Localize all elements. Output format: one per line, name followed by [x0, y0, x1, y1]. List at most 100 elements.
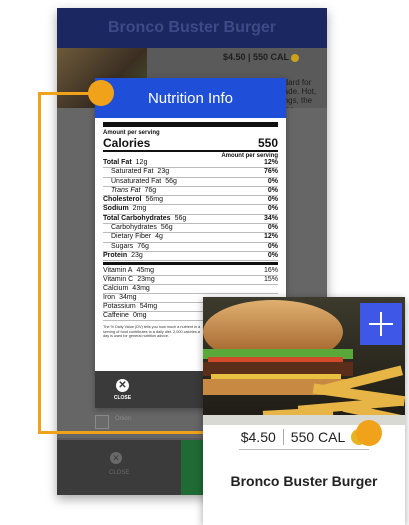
- nutrient-percent: 0%: [267, 186, 278, 194]
- nutrient-name: Cholesterol: [103, 196, 142, 204]
- nutrient-amount: 2mg: [132, 205, 147, 213]
- nutrient-name: Dietary Fiber: [111, 233, 152, 241]
- nutrient-row: Sugars 76g 0%: [103, 243, 278, 252]
- app-close-icon: ✕: [110, 452, 122, 464]
- app-close-label: CLOSE: [109, 470, 130, 476]
- nutrient-left: Protein 23g: [103, 252, 143, 260]
- daily-value-footnote: The % Daily Value (DV) tells you how muc…: [103, 325, 201, 339]
- vitamin-percent: 16%: [263, 267, 278, 275]
- vitamin-left: Calcium 43mg: [103, 285, 150, 293]
- vitamin-name: Vitamin A: [103, 267, 133, 275]
- modal-title: Nutrition Info: [95, 78, 286, 118]
- nutrient-percent: 0%: [267, 177, 278, 185]
- close-button[interactable]: ✕ CLOSE: [95, 371, 150, 408]
- nutrient-row: Trans Fat 76g 0%: [103, 186, 278, 197]
- card-price: $4.50: [240, 429, 276, 445]
- nutrient-name: Sodium: [103, 205, 129, 213]
- vitamin-left: Potassium 54mg: [103, 303, 157, 311]
- nutrient-percent: 0%: [267, 242, 278, 250]
- nutrient-amount: 23g: [131, 251, 143, 259]
- nutrient-amount: 56g: [174, 214, 187, 222]
- nutrient-percent: 0%: [267, 251, 278, 259]
- calories-value: 550: [257, 136, 278, 150]
- vitamin-name: Calcium: [103, 285, 129, 293]
- vitamin-amount: 34mg: [119, 294, 137, 302]
- nutrient-row: Total Fat 12g 12%: [103, 159, 278, 169]
- nutrient-percent: 0%: [267, 205, 278, 213]
- app-close-button[interactable]: [57, 440, 181, 495]
- nutrient-amount: 12g: [135, 159, 148, 166]
- add-to-order-button[interactable]: [360, 303, 402, 345]
- nutrient-left: Sodium 2mg: [103, 205, 146, 213]
- nutrient-left: Total Carbohydrates 56g: [103, 215, 186, 223]
- app-price-cal: $4.50 | 550 CAL: [223, 52, 300, 62]
- nutrient-amount: 56g: [160, 224, 173, 232]
- card-divider: [239, 449, 369, 450]
- vitamin-row: Vitamin C 23mg 15%: [103, 276, 278, 286]
- nutrient-amount: 76g: [137, 242, 149, 250]
- price-divider: [282, 429, 284, 445]
- nutrient-percent: 0%: [267, 224, 278, 232]
- vitamin-amount: 54mg: [139, 303, 158, 311]
- nutrient-left: Total Fat 12g: [103, 159, 147, 167]
- nutrient-percent: 12%: [263, 233, 278, 241]
- app-price-cal-text: $4.50 | 550 CAL: [223, 52, 289, 62]
- nutrient-name: Total Fat: [103, 159, 132, 166]
- plus-icon: [369, 312, 393, 336]
- vitamin-left: Vitamin A 45mg: [103, 267, 154, 275]
- divider-mid: [103, 262, 278, 266]
- nutrient-row: Cholesterol 56mg 0%: [103, 196, 278, 206]
- amount-per-serving-right: Amount per serving: [103, 150, 278, 159]
- nutrient-name: Sugars: [111, 242, 134, 250]
- card-calories: 550 CAL: [290, 429, 346, 445]
- nutrient-left: Trans Fat 76g: [103, 187, 156, 195]
- nutrient-left: Saturated Fat 23g: [103, 168, 169, 176]
- calories-label: Calories: [103, 136, 151, 150]
- nutrient-left: Sugars 76g: [103, 243, 149, 251]
- vitamin-left: Vitamin C 23mg: [103, 276, 155, 284]
- card-title: Bronco Buster Burger: [230, 473, 378, 489]
- nutrient-percent: 34%: [263, 214, 278, 222]
- menu-item-card[interactable]: $4.50 550 CAL Y Bronco Buster Burger: [203, 297, 405, 525]
- vitamin-left: Caffeine 0mg: [103, 312, 147, 320]
- nutrient-percent: 0%: [267, 196, 278, 204]
- nutrient-name: Trans Fat: [111, 186, 141, 194]
- nutrient-amount: 23g: [157, 168, 170, 176]
- onion-checkbox[interactable]: [95, 415, 109, 429]
- vitamin-amount: 43mg: [132, 285, 150, 293]
- burger-photo: [203, 297, 405, 425]
- vitamin-amount: 45mg: [136, 267, 154, 275]
- nutrient-name: Protein: [103, 251, 128, 259]
- vitamin-left: Iron 34mg: [103, 294, 137, 302]
- callout-line-left: [38, 92, 41, 434]
- nutrient-row: Dietary Fiber 4g 12%: [103, 233, 278, 243]
- vitamin-name: Potassium: [103, 303, 136, 311]
- nutrient-percent: 76%: [263, 168, 278, 176]
- nutrient-name: Saturated Fat: [111, 168, 154, 176]
- vitamin-amount: 0mg: [132, 312, 147, 320]
- coin-icon: [291, 53, 300, 62]
- callout-dot-modal: [88, 80, 114, 106]
- calories-row: Calories 550: [103, 136, 278, 150]
- nutrient-amount: 4g: [155, 233, 163, 241]
- vitamin-row: Vitamin A 45mg 16%: [103, 267, 278, 277]
- nutrient-list: Total Fat 12g 12% Saturated Fat 23g 76% Unsatu…: [103, 159, 278, 262]
- nutrient-left: Unsaturated Fat 56g: [103, 178, 177, 186]
- nutrient-row: Protein 23g 0%: [103, 251, 278, 262]
- nutrient-row: Carbohydrates 56g 0%: [103, 224, 278, 234]
- vitamin-amount: 23mg: [137, 276, 155, 284]
- nutrient-amount: 56g: [165, 177, 177, 185]
- nutrient-name: Total Carbohydrates: [103, 214, 171, 222]
- nutrient-percent: 12%: [263, 159, 278, 166]
- vitamin-row: Calcium 43mg: [103, 285, 278, 295]
- nutrient-amount: 56mg: [145, 196, 164, 204]
- nutrient-name: Carbohydrates: [111, 224, 157, 232]
- nutrient-left: Cholesterol 56mg: [103, 196, 163, 204]
- close-icon: ✕: [116, 378, 129, 392]
- nutrient-row: Total Carbohydrates 56g 34%: [103, 214, 278, 225]
- close-label: CLOSE: [113, 394, 132, 401]
- nutrient-name: Unsaturated Fat: [111, 177, 162, 185]
- onion-checkbox-label: Onion: [115, 416, 132, 422]
- vitamin-percent: 15%: [263, 276, 278, 284]
- nutrient-amount: 76g: [144, 186, 157, 194]
